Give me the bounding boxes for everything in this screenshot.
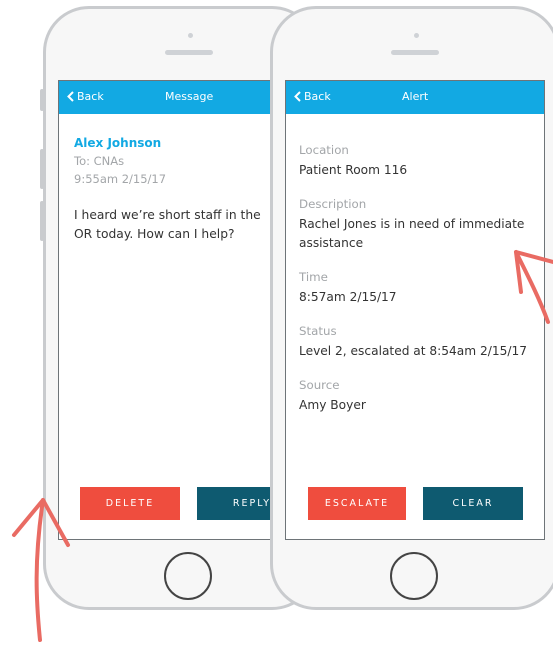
- arrow-up-left-icon: [514, 250, 553, 324]
- annotation-arrows: [12, 250, 553, 642]
- arrow-up-icon: [12, 498, 70, 642]
